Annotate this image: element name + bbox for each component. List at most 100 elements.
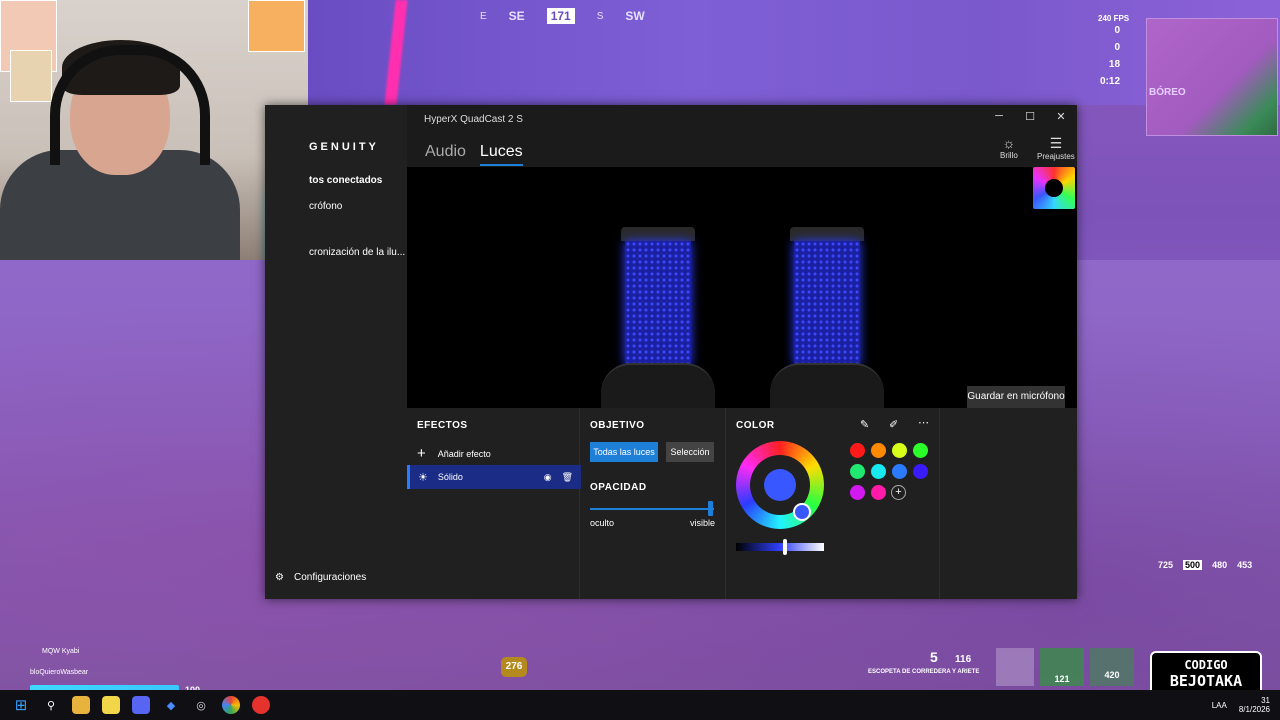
opacity-slider-thumb[interactable] xyxy=(708,501,713,516)
discord-icon[interactable] xyxy=(132,696,150,714)
opacity-min-label: oculto xyxy=(590,518,615,528)
mic-grill xyxy=(625,241,691,365)
presets-button[interactable]: ☰ Preajustes xyxy=(1037,135,1075,161)
add-effect-button[interactable]: + Añadir efecto xyxy=(417,445,491,462)
clock[interactable]: 31 8/1/2026 xyxy=(1239,696,1270,714)
color-swatch[interactable] xyxy=(892,443,907,458)
eye-icon[interactable]: ◉ xyxy=(544,472,552,483)
all-lights-button[interactable]: Todas las luces xyxy=(590,442,658,462)
mic-cap xyxy=(621,227,695,241)
sidebar-item-sync[interactable]: cronización de la ilu... xyxy=(309,247,405,258)
game-sky xyxy=(300,0,1280,105)
color-wheel-handle[interactable] xyxy=(793,503,811,521)
selection-button[interactable]: Selección xyxy=(666,442,714,462)
hyperx-window: GENUITY tos conectados crófono cronizaci… xyxy=(265,105,1077,599)
tab-luces[interactable]: Luces xyxy=(479,143,523,166)
compass-se: SE xyxy=(508,9,525,23)
app-icon[interactable]: ◆ xyxy=(162,696,180,714)
color-swatch[interactable] xyxy=(871,443,886,458)
color-swatch[interactable] xyxy=(892,464,907,479)
pipette-icon[interactable]: ✐ xyxy=(889,418,898,431)
weapon-name: ESCOPETA DE CORREDERA Y ARIETE xyxy=(868,669,980,675)
clock-time: 31 xyxy=(1261,696,1270,705)
eyedropper-icon[interactable]: ✎ xyxy=(860,418,869,431)
close-icon[interactable]: ✕ xyxy=(1051,110,1071,123)
tab-audio[interactable]: Audio xyxy=(425,143,466,166)
brand-logo: GENUITY xyxy=(309,141,379,153)
level-badge: 276 xyxy=(501,657,527,677)
plus-icon: + xyxy=(417,445,426,462)
code-line2: BEJOTAKA xyxy=(1169,672,1243,690)
steam-icon[interactable]: ◎ xyxy=(192,696,210,714)
hud-stat: 18 xyxy=(1108,59,1121,70)
add-color-icon[interactable]: + xyxy=(891,485,906,500)
mic-left[interactable] xyxy=(601,227,715,408)
effect-label: Sólido xyxy=(437,472,463,482)
sidebar: GENUITY tos conectados crófono cronizaci… xyxy=(265,105,407,599)
sliders-icon: ☰ xyxy=(1049,135,1063,151)
webcam-overlay xyxy=(0,0,308,260)
effect-item-solid[interactable]: ☀ Sólido ◉ 🗑 xyxy=(407,465,581,489)
color-swatch[interactable] xyxy=(871,464,886,479)
target-header: OBJETIVO xyxy=(590,420,645,431)
save-to-mic-button[interactable]: Guardar en micrófono xyxy=(967,386,1065,408)
presets-label: Preajustes xyxy=(1037,152,1075,161)
mic-grill xyxy=(794,241,860,365)
sidebar-connected-header: tos conectados xyxy=(309,175,383,186)
hud-stat: 0 xyxy=(1114,42,1121,53)
more-icon[interactable]: ⋯ xyxy=(918,416,929,429)
compass-heading: 171 xyxy=(546,8,575,24)
color-swatch[interactable] xyxy=(913,443,928,458)
mats-count-2: 116 xyxy=(955,654,972,665)
brightness-slider-thumb[interactable] xyxy=(783,539,787,555)
brightness-button[interactable]: ☼ Brillo xyxy=(1000,135,1018,160)
maximize-icon[interactable]: ☐ xyxy=(1020,110,1040,123)
file-explorer-icon[interactable] xyxy=(72,696,90,714)
headset-icon xyxy=(50,45,210,165)
opacity-max-label: visible xyxy=(690,518,716,528)
code-line1: CODIGO xyxy=(1184,658,1228,672)
ammo-count: 500 xyxy=(1183,560,1203,570)
color-swatch[interactable] xyxy=(850,485,865,500)
color-wheel[interactable] xyxy=(736,441,824,529)
mic-cap xyxy=(790,227,864,241)
settings-label: Configuraciones xyxy=(293,572,367,583)
mic-base xyxy=(770,363,884,408)
mic-base xyxy=(601,363,715,408)
language-indicator[interactable]: LAA xyxy=(1212,701,1227,710)
chrome-icon[interactable] xyxy=(222,696,240,714)
color-swatch[interactable] xyxy=(871,485,886,500)
windows-start-icon[interactable]: ⊞ xyxy=(12,696,30,714)
notes-icon[interactable] xyxy=(102,696,120,714)
minimize-icon[interactable]: ─ xyxy=(989,110,1009,122)
tab-bar: Audio Luces xyxy=(425,143,523,166)
target-panel: OBJETIVO Todas las luces Selección OPACI… xyxy=(580,408,726,599)
weapon-ammo: 121 xyxy=(1054,674,1070,684)
brightness-slider[interactable] xyxy=(736,543,824,551)
hud-stat: 0:12 xyxy=(1100,76,1121,87)
add-effect-label: Añadir efecto xyxy=(437,448,491,459)
minimap-label: BÓREO xyxy=(1149,87,1186,98)
player-name: MQW Kyabi xyxy=(42,648,80,655)
selected-color-preview xyxy=(764,469,796,501)
settings-button[interactable]: ⚙ Configuraciones xyxy=(275,572,366,583)
mic-preview: Guardar en micrófono xyxy=(407,167,1077,408)
color-swatch[interactable] xyxy=(913,464,928,479)
sidebar-item-device[interactable]: crófono xyxy=(309,201,342,212)
weapon-slot: 420 xyxy=(1090,648,1134,686)
teammate-name: bloQuieroWasbear xyxy=(30,669,89,676)
taskbar: ⊞ ⚲ ◆ ◎ LAA 31 8/1/2026 xyxy=(0,690,1280,720)
hyperx-ngenuity-icon[interactable] xyxy=(252,696,270,714)
ammo-count: 480 xyxy=(1212,560,1228,570)
search-icon[interactable]: ⚲ xyxy=(42,696,60,714)
opacity-slider[interactable] xyxy=(590,508,714,510)
color-swatch[interactable] xyxy=(850,443,865,458)
effect-thumbnail[interactable] xyxy=(1033,167,1075,209)
weapon-slot xyxy=(996,648,1034,686)
hud-stat: 0 xyxy=(1114,25,1121,36)
ammo-count: 453 xyxy=(1237,560,1253,570)
color-swatch[interactable] xyxy=(850,464,865,479)
brightness-label: Brillo xyxy=(1000,151,1018,160)
mic-right[interactable] xyxy=(770,227,884,408)
trash-icon[interactable]: 🗑 xyxy=(562,472,573,483)
